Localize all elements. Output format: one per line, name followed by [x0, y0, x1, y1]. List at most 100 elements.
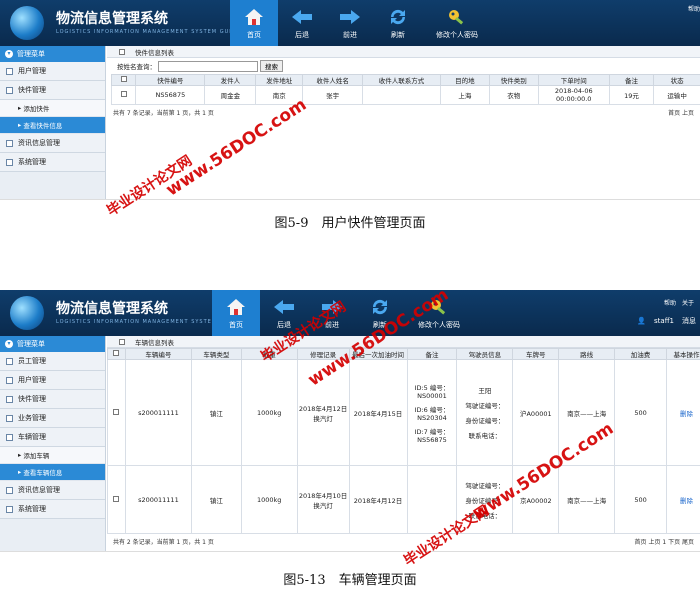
row-checkbox[interactable] [110, 85, 137, 105]
cell: 衣物 [488, 85, 539, 105]
sidebar-item-express[interactable]: 快件管理 [0, 390, 105, 409]
note-line: ID:7 编号：NS56875 [414, 427, 450, 444]
row-checkbox[interactable] [107, 359, 126, 466]
menu-icon [6, 395, 13, 403]
sidebar-header[interactable]: ▾ 管理菜单 [0, 46, 105, 62]
column-header: 下单时间 [537, 74, 610, 86]
table-row[interactable]: s200011111 镇江 1000kg 2018年4月12日 换汽灯 2018… [107, 359, 700, 466]
driver-line: 驾驶证编号： [465, 402, 505, 410]
nav-back[interactable]: 后退 [278, 0, 326, 46]
top-bar: 物流信息管理系统 LOGISTICS INFORMATION MANAGEMEN… [0, 290, 700, 336]
username[interactable]: staff1 [654, 317, 674, 325]
sidebar-item-label: 用户管理 [18, 67, 46, 75]
help-link[interactable]: 帮助 [688, 4, 700, 13]
nav-home-label: 首页 [247, 31, 261, 39]
sidebar-item-system[interactable]: 系统管理 [0, 153, 105, 172]
column-header: 收件人联系方式 [362, 74, 441, 86]
column-header: 加油费 [614, 348, 667, 360]
figure-caption-1: 图5-9 用户快件管理页面 [274, 216, 426, 231]
pager-links[interactable]: 首页 上页 1 下页 尾页 [635, 537, 694, 546]
about-link[interactable]: 关于 [682, 298, 694, 307]
sidebar-item-label: 快件管理 [18, 395, 46, 403]
sidebar: ▾ 管理菜单 用户管理 快件管理 ▸ 添加快件 ▸ 查看快件信息 资讯信息管理 … [0, 46, 106, 199]
nav-back-label: 后退 [295, 31, 309, 39]
delete-link[interactable]: 删除 [665, 465, 700, 534]
search-label: 按姓名查询： [117, 63, 156, 71]
sidebar-item-label: 快件管理 [18, 86, 46, 94]
sidebar-item-staff[interactable]: 员工管理 [0, 352, 105, 371]
help-link[interactable]: 帮助 [664, 298, 676, 307]
sidebar-item-news[interactable]: 资讯信息管理 [0, 134, 105, 153]
panel-title-bar: 快件信息列表 [107, 46, 700, 58]
column-header: 发件人 [204, 74, 257, 86]
table-row[interactable]: s200011111 镇江 1000kg 2018年4月10日 换汽灯 2018… [107, 465, 700, 534]
nav-home[interactable]: 首页 [230, 0, 278, 46]
cell: 19元 [608, 85, 655, 105]
cell-driver: 王阳 驾驶证编号： 身份证编号： 联系电话： [456, 359, 514, 466]
column-header: 路线 [558, 348, 616, 360]
sidebar-item-user[interactable]: 用户管理 [0, 371, 105, 390]
nav-change-password[interactable]: 修改个人密码 [422, 0, 492, 46]
delete-link[interactable]: 删除 [665, 359, 700, 466]
nav-home-label: 首页 [229, 321, 243, 329]
top-bar: 物流信息管理系统 LOGISTICS INFORMATION MANAGEMEN… [0, 0, 700, 46]
sidebar-item-user[interactable]: 用户管理 [0, 62, 105, 81]
cell: s200011111 [124, 359, 192, 466]
nav-forward[interactable]: 前进 [326, 0, 374, 46]
refresh-icon [369, 297, 391, 317]
menu-icon [6, 86, 13, 94]
select-all-checkbox[interactable] [110, 74, 137, 86]
column-header: 发件地址 [255, 74, 304, 86]
nav-change-password-label: 修改个人密码 [436, 31, 478, 39]
sidebar-sub-view-express[interactable]: ▸ 查看快件信息 [0, 117, 105, 134]
logo-globe-icon [10, 6, 44, 40]
express-table: 快件编号 发件人 发件地址 收件人姓名 收件人联系方式 目的地 快件类别 下单时… [110, 74, 700, 105]
user-info: 👤 staff1 消息 [637, 316, 696, 326]
menu-icon [6, 433, 13, 441]
cell: NS56875 [135, 85, 206, 105]
sidebar-item-vehicle[interactable]: 车辆管理 [0, 428, 105, 447]
nav-refresh[interactable]: 刷新 [374, 0, 422, 46]
pager-links[interactable]: 首页 上页 [668, 108, 694, 117]
menu-icon [6, 414, 13, 422]
sidebar-item-express[interactable]: 快件管理 [0, 81, 105, 100]
sidebar-sub-add-vehicle[interactable]: ▸ 添加车辆 [0, 447, 105, 464]
menu-icon [6, 158, 13, 166]
sidebar-sub-label: 添加车辆 [23, 452, 50, 460]
row-checkbox[interactable] [107, 465, 126, 534]
nav-home[interactable]: 首页 [212, 290, 260, 336]
table-header-row: 快件编号 发件人 发件地址 收件人姓名 收件人联系方式 目的地 快件类别 下单时… [110, 74, 700, 86]
nav-refresh-label: 刷新 [391, 31, 405, 39]
refresh-icon [387, 7, 409, 27]
column-header: 备注 [608, 74, 655, 86]
cell: 1000kg [240, 465, 298, 534]
pager-summary: 共有 7 条记录，当前第 1 页，共 1 页 [113, 110, 214, 117]
nav-change-password-label: 修改个人密码 [418, 321, 460, 329]
select-all-checkbox[interactable] [107, 348, 126, 360]
menu-icon [6, 376, 13, 384]
sidebar-sub-label: 查看车辆信息 [23, 469, 63, 477]
cell: 2018年4月15日 [348, 359, 408, 466]
logo-globe-icon [10, 296, 44, 330]
cell: 500 [614, 359, 667, 466]
sidebar-item-news[interactable]: 资讯信息管理 [0, 481, 105, 500]
search-button[interactable]: 搜索 [260, 60, 283, 72]
search-input[interactable] [158, 60, 258, 72]
sidebar-item-label: 资讯信息管理 [18, 139, 60, 147]
column-header: 基本操作 [665, 348, 700, 360]
sidebar-item-label: 资讯信息管理 [18, 486, 60, 494]
column-header: 快件编号 [135, 74, 206, 86]
table-row[interactable]: NS56875 周金金 南京 张宇 上海 衣物 2018-04-06 00:00… [110, 85, 700, 105]
menu-icon [6, 486, 13, 494]
messages-link[interactable]: 消息 [682, 316, 696, 326]
sidebar-sub-add-express[interactable]: ▸ 添加快件 [0, 100, 105, 117]
cell: 张宇 [302, 85, 364, 105]
user-icon: 👤 [637, 317, 647, 325]
sidebar-item-system[interactable]: 系统管理 [0, 500, 105, 519]
sidebar-header[interactable]: ▾ 管理菜单 [0, 336, 105, 352]
column-header: 收件人姓名 [302, 74, 364, 86]
menu-icon [6, 139, 13, 147]
sidebar-item-business[interactable]: 业务管理 [0, 409, 105, 428]
sidebar-sub-view-vehicle[interactable]: ▸ 查看车辆信息 [0, 464, 105, 481]
cell: 镇江 [190, 465, 242, 534]
